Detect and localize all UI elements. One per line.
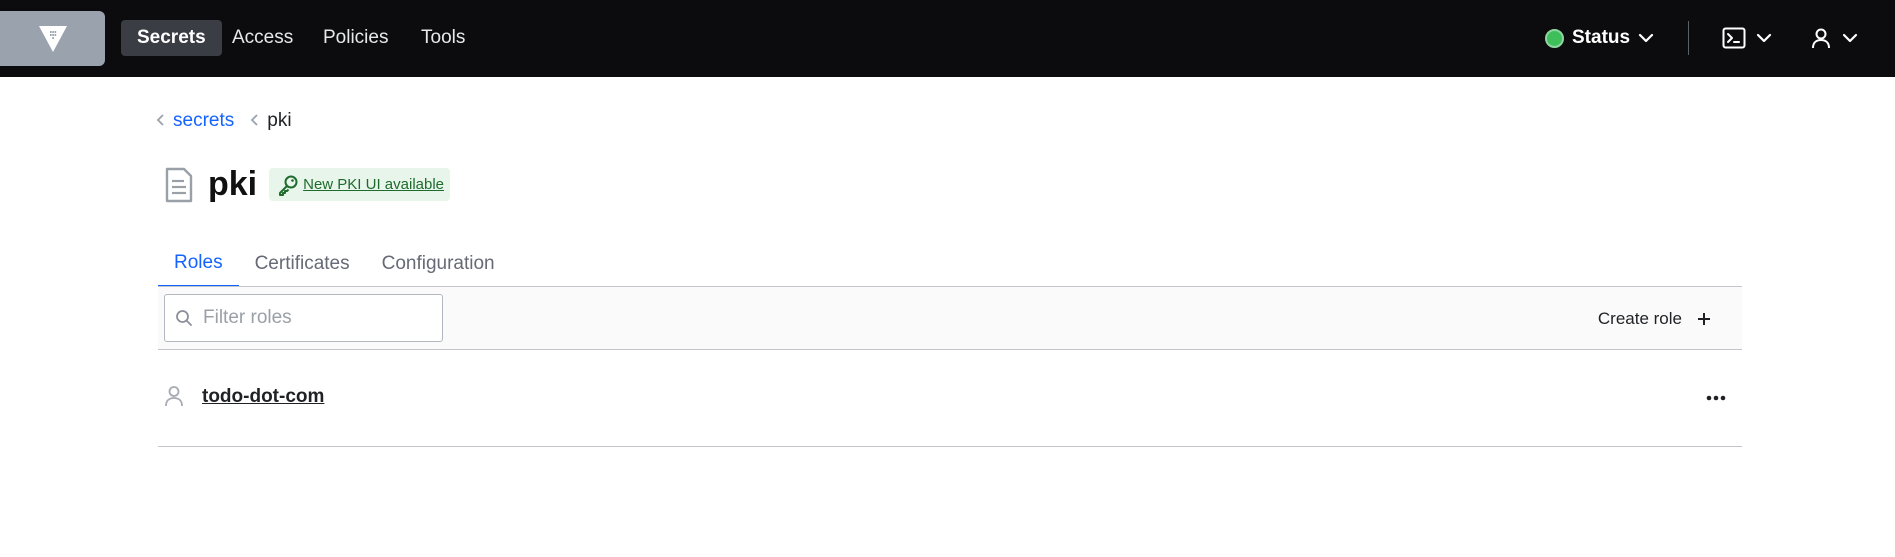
more-options-button[interactable] xyxy=(1702,386,1730,410)
nav-policies[interactable]: Policies xyxy=(307,20,404,56)
console-menu-button[interactable] xyxy=(1722,22,1772,54)
filter-roles-box[interactable] xyxy=(164,294,443,342)
status-label: Status xyxy=(1572,27,1631,48)
breadcrumb: secrets pki xyxy=(156,110,292,132)
chevron-down-icon xyxy=(1842,33,1858,43)
breadcrumb-current: pki xyxy=(267,110,292,131)
more-horizontal-icon xyxy=(1706,395,1726,401)
vault-logo-icon xyxy=(38,25,67,52)
chevron-left-icon xyxy=(250,111,259,132)
create-role-button[interactable]: Create role xyxy=(1598,305,1712,333)
user-icon xyxy=(165,386,183,407)
key-icon xyxy=(279,175,298,196)
plus-icon xyxy=(1698,313,1710,325)
tab-certificates[interactable]: Certificates xyxy=(239,240,366,287)
tab-roles[interactable]: Roles xyxy=(158,240,239,287)
status-indicator-icon xyxy=(1545,28,1564,48)
page-title: pki xyxy=(208,165,258,203)
create-role-label: Create role xyxy=(1597,309,1682,328)
search-icon xyxy=(176,310,192,326)
nav-divider xyxy=(1688,21,1689,55)
document-icon xyxy=(165,167,193,202)
new-pki-ui-badge: New PKI UI available xyxy=(269,168,451,201)
role-link[interactable]: todo-dot-com xyxy=(202,386,324,408)
status-menu[interactable]: Status xyxy=(1545,20,1654,56)
new-pki-ui-link[interactable]: New PKI UI available xyxy=(303,176,444,193)
page-header: pki New PKI UI available xyxy=(164,165,451,204)
breadcrumb-secrets-link[interactable]: secrets xyxy=(173,110,234,132)
vault-logo[interactable] xyxy=(0,11,105,66)
nav-tools[interactable]: Tools xyxy=(405,20,481,56)
user-icon xyxy=(1812,28,1830,49)
chevron-left-icon xyxy=(156,111,165,132)
chevron-down-icon xyxy=(1756,33,1772,43)
list-item: todo-dot-com xyxy=(158,350,1742,447)
filter-roles-input[interactable] xyxy=(203,307,433,329)
chevron-down-icon xyxy=(1638,33,1654,43)
user-menu-button[interactable] xyxy=(1810,22,1858,54)
terminal-icon xyxy=(1722,27,1746,49)
tab-configuration[interactable]: Configuration xyxy=(366,240,511,287)
roles-toolbar: Create role xyxy=(158,286,1742,350)
nav-access[interactable]: Access xyxy=(216,20,309,56)
top-navbar: Secrets Access Policies Tools Status xyxy=(0,0,1895,77)
tab-bar: Roles Certificates Configuration xyxy=(158,240,511,287)
nav-secrets[interactable]: Secrets xyxy=(121,20,222,56)
